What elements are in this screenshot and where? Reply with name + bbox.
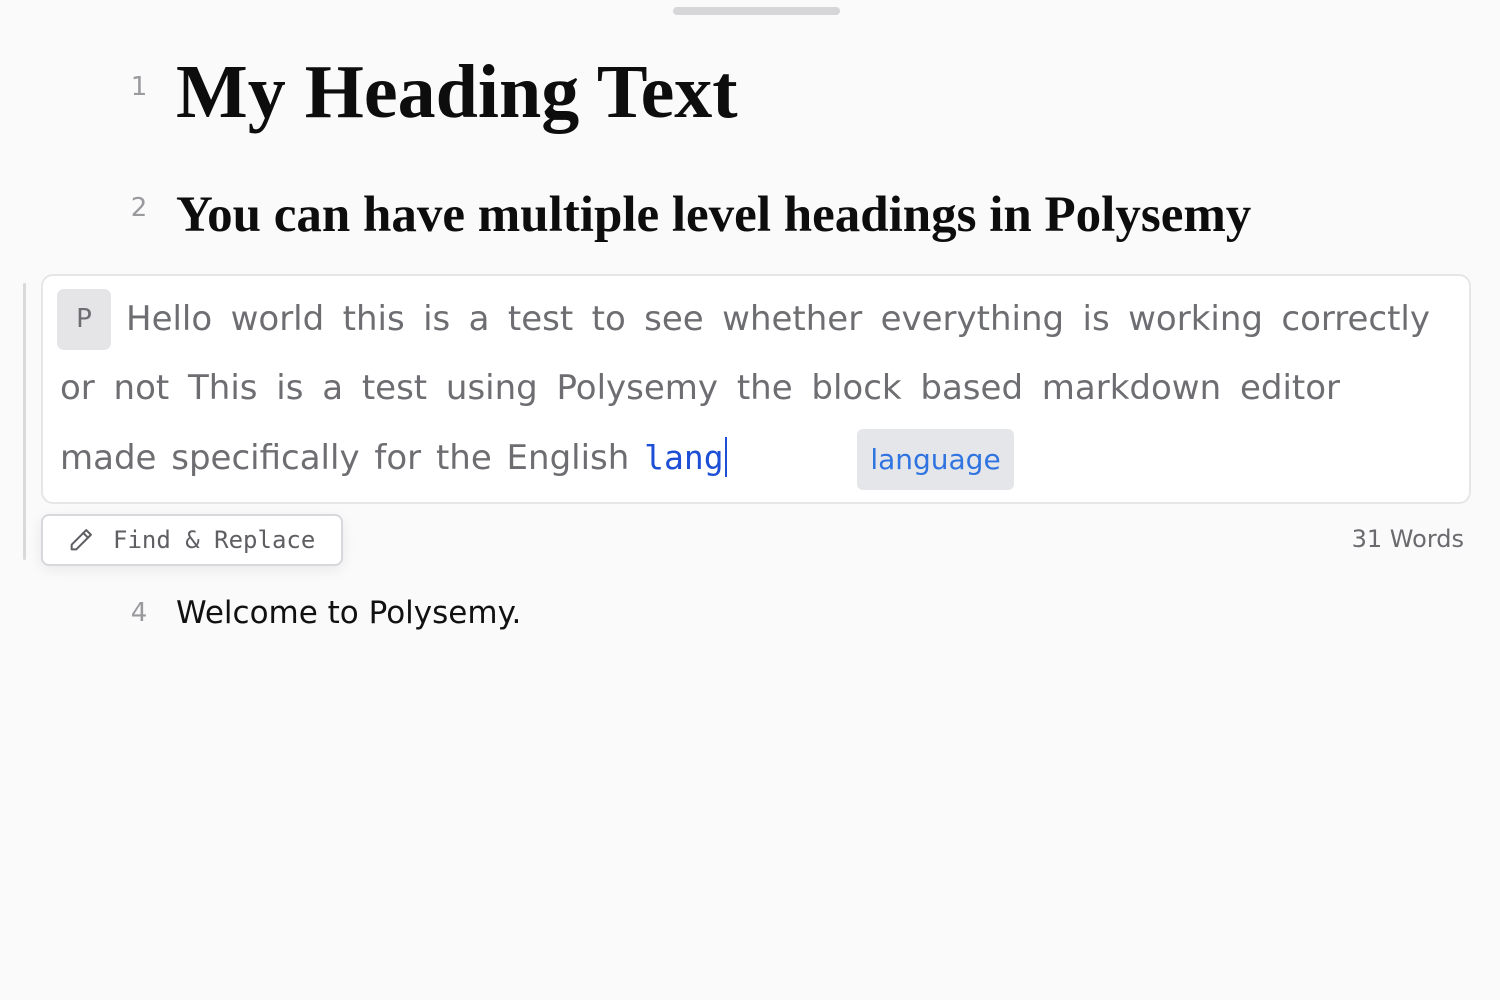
line-number: 2 (130, 193, 148, 223)
paragraph-block[interactable]: Welcome to Polysemy. (176, 592, 521, 634)
find-replace-label: Find & Replace (113, 526, 316, 554)
block-type-badge[interactable]: P (57, 289, 111, 350)
line-number: 4 (130, 598, 148, 628)
line-number: 1 (130, 72, 148, 102)
drag-handle[interactable] (673, 7, 840, 15)
heading-1-block[interactable]: My Heading Text (176, 46, 738, 138)
paragraph-line[interactable]: or not This is a test using Polysemy the… (60, 366, 1340, 410)
pencil-icon (67, 526, 95, 554)
heading-2-block[interactable]: You can have multiple level headings in … (176, 184, 1251, 246)
current-word: lang (644, 438, 724, 477)
autocomplete-suggestion[interactable]: language (857, 429, 1014, 490)
paragraph-line-current[interactable]: made specifically for the English lang (60, 436, 727, 480)
word-count: 31 Words (1351, 525, 1464, 553)
text-caret (724, 437, 727, 477)
paragraph-line[interactable]: Hello world this is a test to see whethe… (126, 297, 1430, 341)
find-replace-button[interactable]: Find & Replace (41, 514, 343, 566)
active-block-indicator (23, 283, 26, 560)
paragraph-line-text: made specifically for the English (60, 438, 630, 478)
